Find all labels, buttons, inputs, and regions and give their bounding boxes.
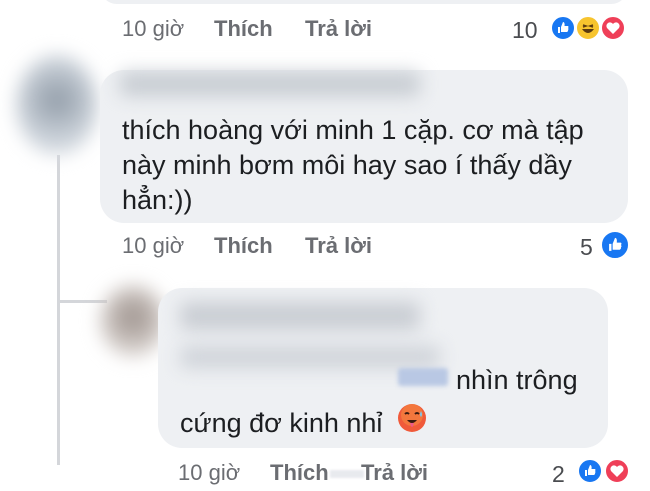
author-name[interactable] (120, 72, 420, 96)
thread-line (57, 155, 60, 465)
reaction-count[interactable]: 10 (512, 17, 538, 44)
comment-text-line: hẳn:)) (122, 185, 193, 215)
reply-button[interactable]: Trả lời (305, 16, 372, 42)
like-button[interactable]: Thích (270, 460, 329, 486)
comment-bubble: thích hoàng với minh 1 cặp. cơ mà tập nà… (100, 70, 628, 223)
blurred-mention[interactable] (398, 368, 448, 386)
haha-reaction-icon (575, 15, 601, 41)
like-reaction-icon (550, 15, 576, 41)
avatar[interactable] (16, 55, 98, 155)
comment-bubble-top (100, 0, 628, 4)
like-button[interactable]: Thích (214, 16, 273, 42)
comment-time[interactable]: 10 giờ (122, 16, 184, 42)
reactions[interactable] (572, 457, 638, 487)
blurred-text (180, 346, 440, 368)
avatar[interactable] (100, 285, 166, 357)
hot-face-emoji-icon (396, 402, 428, 434)
author-name[interactable] (180, 302, 420, 330)
reaction-count[interactable]: 2 (552, 461, 565, 488)
comment-time[interactable]: 10 giờ (178, 460, 240, 486)
reactions[interactable] (545, 14, 635, 44)
love-reaction-icon (600, 15, 626, 41)
comment-text-line: cứng đơ kinh nhỉ (180, 408, 383, 438)
thread-connector (57, 300, 107, 303)
blur-smudge (330, 470, 364, 478)
comment-text-line: này minh bơm môi hay sao í thấy dầy (122, 150, 572, 180)
comment-text-line: thích hoàng với minh 1 cặp. cơ mà tập (122, 115, 584, 145)
comment-text-line: nhìn trông (456, 365, 578, 395)
like-reaction-icon[interactable] (600, 230, 630, 260)
comment-time[interactable]: 10 giờ (122, 233, 184, 259)
comment-bubble: nhìn trông cứng đơ kinh nhỉ (158, 288, 608, 448)
like-button[interactable]: Thích (214, 233, 273, 259)
reply-button[interactable]: Trả lời (305, 233, 372, 259)
reaction-count[interactable]: 5 (580, 234, 593, 261)
love-reaction-icon (604, 458, 630, 484)
like-reaction-icon (577, 458, 603, 484)
reply-button[interactable]: Trả lời (361, 460, 428, 486)
